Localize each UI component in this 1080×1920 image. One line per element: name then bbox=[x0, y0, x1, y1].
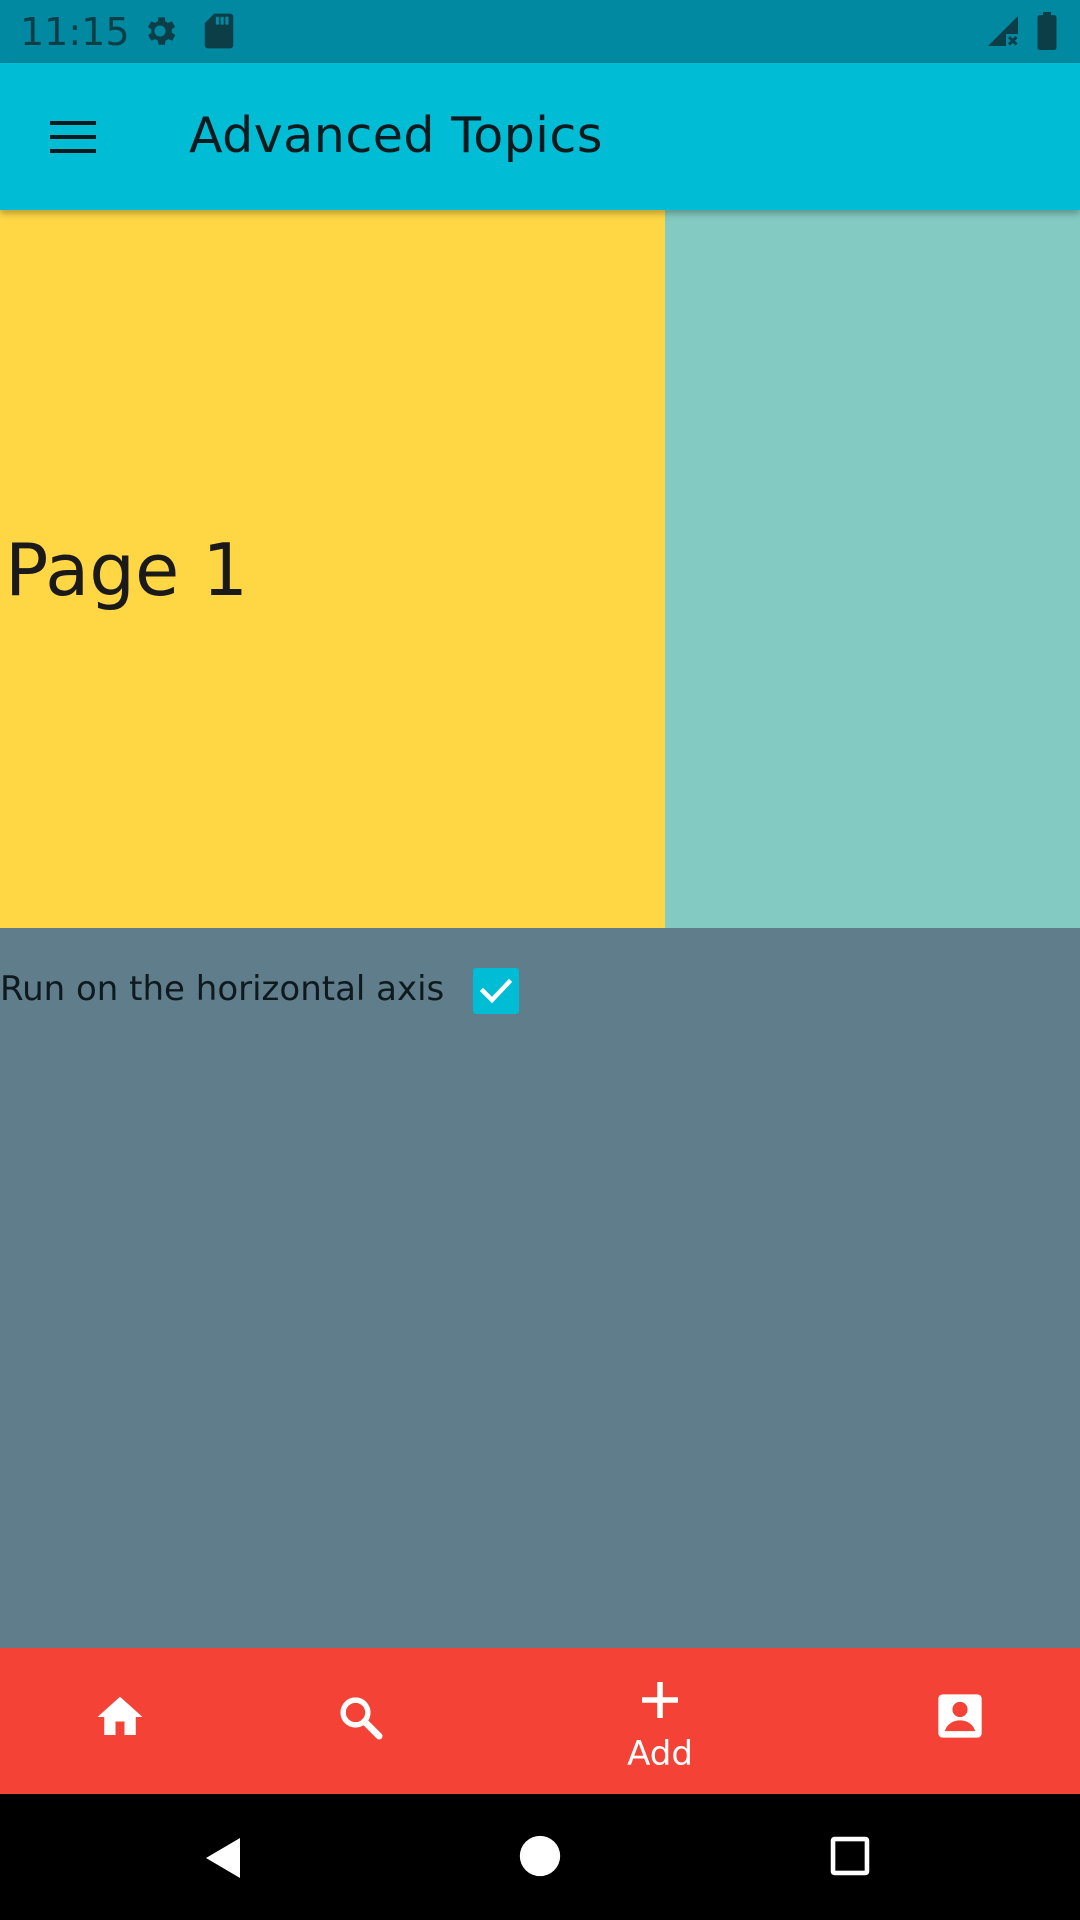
page-1[interactable]: Page 1 bbox=[0, 210, 665, 928]
page-title: Advanced Topics bbox=[189, 107, 603, 164]
horizontal-axis-checkbox[interactable] bbox=[473, 968, 519, 1014]
add-icon bbox=[642, 1682, 678, 1718]
no-signal-icon bbox=[988, 16, 1018, 46]
bottom-nav: Add bbox=[0, 1648, 1080, 1794]
battery-icon bbox=[1037, 12, 1057, 50]
nav-add-label: Add bbox=[627, 1734, 693, 1774]
gear-icon bbox=[147, 17, 176, 45]
view-pager[interactable]: Page 1 bbox=[0, 210, 1080, 928]
back-icon[interactable] bbox=[200, 1834, 248, 1882]
system-nav-bar bbox=[0, 1794, 1080, 1920]
nav-search[interactable] bbox=[300, 1648, 420, 1794]
page-1-label: Page 1 bbox=[5, 528, 248, 612]
nav-add[interactable]: Add bbox=[560, 1648, 760, 1794]
sd-card-icon bbox=[204, 13, 234, 49]
status-bar: 11:15 bbox=[0, 0, 1080, 63]
page-2[interactable] bbox=[665, 210, 1080, 928]
status-time: 11:15 bbox=[20, 10, 130, 54]
checkmark-icon bbox=[479, 978, 513, 1004]
contact-icon bbox=[938, 1694, 982, 1738]
search-icon bbox=[340, 1697, 383, 1740]
nav-contact[interactable] bbox=[900, 1648, 1020, 1794]
app-bar: Advanced Topics bbox=[0, 63, 1080, 210]
menu-icon[interactable] bbox=[40, 113, 106, 161]
nav-home[interactable] bbox=[60, 1648, 180, 1794]
controls-area: Run on the horizontal axis bbox=[0, 928, 1080, 1648]
recents-icon[interactable] bbox=[828, 1834, 872, 1878]
horizontal-axis-label: Run on the horizontal axis bbox=[0, 969, 445, 1009]
home-circle-icon[interactable] bbox=[518, 1834, 562, 1878]
home-icon bbox=[97, 1696, 143, 1735]
